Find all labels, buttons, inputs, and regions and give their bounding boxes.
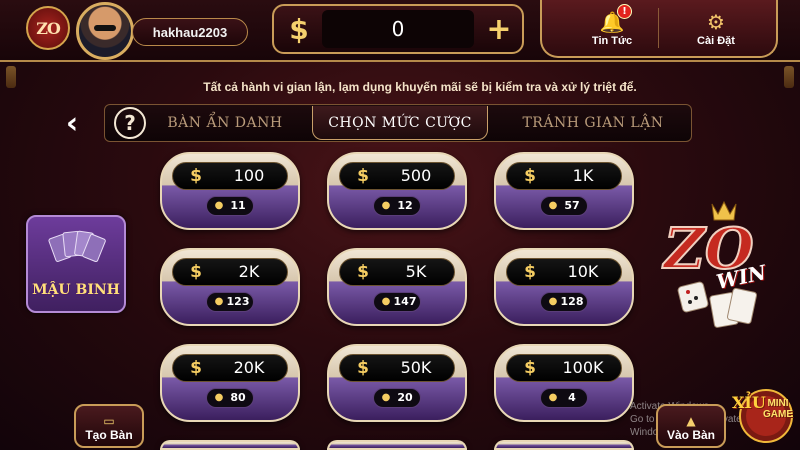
lantern-decoration (6, 66, 16, 88)
bet-card-partial (327, 440, 467, 450)
tab-anti-cheat[interactable]: TRÁNH GIAN LẬN (500, 106, 686, 140)
tab-select-bet[interactable]: CHỌN MỨC CƯỢC (312, 106, 488, 140)
bet-card[interactable]: $ 1K ● 57 (494, 152, 634, 230)
bet-amount: 1K (572, 166, 594, 185)
player-count: 20 (397, 391, 413, 404)
player-count: 123 (226, 295, 250, 308)
add-funds-button[interactable]: + (478, 8, 520, 50)
dollar-icon: $ (357, 358, 369, 378)
bet-amount: 2K (238, 262, 260, 281)
player-count: 12 (397, 199, 413, 212)
dollar-icon: $ (190, 358, 202, 378)
avatar-glasses (94, 25, 116, 31)
player-count: 128 (560, 295, 584, 308)
back-arrow-icon[interactable]: ‹ (60, 106, 84, 141)
bet-card[interactable]: $ 5K ● 147 (327, 248, 467, 326)
join-table-label: Vào Bàn (666, 428, 715, 442)
mini-game-subtitle: MINI GAME (763, 398, 793, 420)
create-table-label: Tạo Bàn (85, 428, 133, 442)
lantern-decoration (784, 66, 794, 88)
gear-icon: ⚙ (707, 10, 725, 34)
brand-logo: ZO (26, 6, 70, 50)
news-label: Tin Tức (591, 35, 633, 47)
username: hakhau2203 (132, 18, 248, 46)
chevron-up-icon: ▲ (686, 414, 696, 428)
dice-icon (677, 281, 709, 313)
bet-amount: 5K (405, 262, 427, 281)
dollar-icon: $ (357, 166, 369, 186)
notice-text: Tất cả hành vi gian lận, lạm dụng khuyến… (203, 80, 637, 94)
bet-card[interactable]: $ 20K ● 80 (160, 344, 300, 422)
bet-card[interactable]: $ 50K ● 20 (327, 344, 467, 422)
bet-card-partial (494, 440, 634, 450)
help-icon[interactable]: ? (114, 107, 146, 139)
bet-card[interactable]: $ 500 ● 12 (327, 152, 467, 230)
bet-card-partial (160, 440, 300, 450)
news-button[interactable]: 🔔 Tin Tức (562, 4, 662, 54)
playing-cards-icon (48, 230, 106, 263)
balance-value: 0 (322, 10, 474, 48)
bet-card[interactable]: $ 2K ● 123 (160, 248, 300, 326)
bet-card[interactable]: $ 100 ● 11 (160, 152, 300, 230)
player-count: 80 (230, 391, 246, 404)
brand-logo-text: ZO (36, 18, 61, 38)
game-card-label: MẬU BINH (32, 282, 120, 298)
dollar-icon: $ (357, 262, 369, 282)
dollar-icon: $ (524, 358, 536, 378)
settings-label: Cài Đặt (697, 35, 735, 47)
player-count: 57 (564, 199, 580, 212)
bet-amount: 20K (233, 358, 265, 377)
dollar-icon: $ (524, 166, 536, 186)
bet-card[interactable]: $ 100K ● 4 (494, 344, 634, 422)
news-badge: ! (617, 4, 632, 19)
player-count: 11 (230, 199, 246, 212)
dollar-icon: $ (190, 262, 202, 282)
bet-amount: 100K (562, 358, 604, 377)
player-count: 147 (393, 295, 417, 308)
bet-amount: 50K (400, 358, 432, 377)
settings-button[interactable]: ⚙ Cài Đặt (666, 4, 766, 54)
create-table-button[interactable]: ▭ Tạo Bàn (74, 404, 144, 448)
dollar-icon: $ (289, 12, 309, 46)
table-icon: ▭ (103, 414, 115, 428)
bet-card[interactable]: $ 10K ● 128 (494, 248, 634, 326)
avatar[interactable] (76, 2, 134, 60)
player-count: 4 (568, 391, 576, 404)
dollar-icon: $ (524, 262, 536, 282)
bet-amount: 500 (400, 166, 432, 185)
bet-amount: 10K (567, 262, 599, 281)
tab-anonymous-table[interactable]: BÀN ẨN DANH (150, 106, 300, 140)
dollar-icon: $ (190, 166, 202, 186)
bet-amount: 100 (233, 166, 265, 185)
join-table-button[interactable]: ▲ Vào Bàn (656, 404, 726, 448)
